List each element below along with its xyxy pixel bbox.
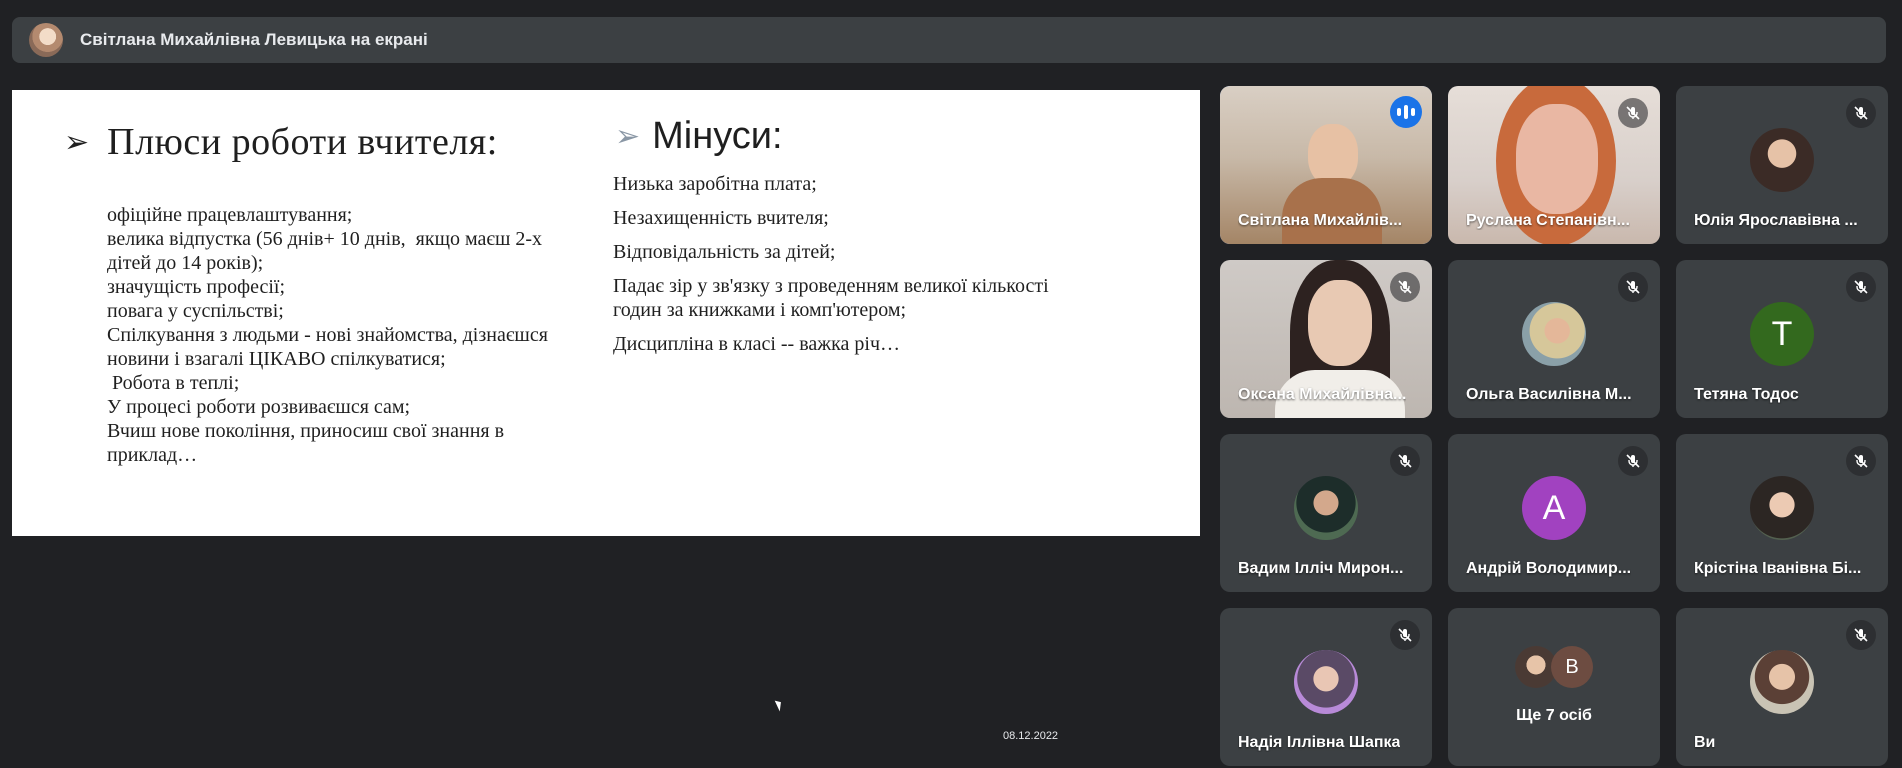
mouse-cursor-icon	[774, 698, 785, 712]
mic-off-icon	[1390, 620, 1420, 650]
mic-off-icon	[1390, 446, 1420, 476]
participant-tile[interactable]: Надія Іллівна Шапка	[1220, 608, 1432, 766]
participant-avatar	[1750, 128, 1814, 193]
mini-letter-avatar: B	[1551, 646, 1593, 688]
participant-tile[interactable]: Світлана Михайлів...	[1220, 86, 1432, 244]
mic-off-icon	[1846, 98, 1876, 128]
participant-name: Крістіна Іванівна Бі...	[1694, 560, 1862, 577]
presentation-slide: ➢ Плюси роботи вчителя: офіційне працевл…	[12, 90, 1200, 536]
participant-tile[interactable]: Вадим Ілліч Мирон...	[1220, 434, 1432, 592]
plus-item: значущість професії;	[107, 276, 286, 298]
participant-avatar	[1750, 476, 1814, 541]
participant-name: Тетяна Тодос	[1694, 386, 1799, 403]
arrow-bullet-icon: ➢	[615, 119, 641, 154]
plus-item: Вчиш нове покоління, приносиш свої знанн…	[107, 420, 510, 466]
plus-item: Спілкування з людьми - нові знайомства, …	[107, 324, 553, 370]
participant-name: Світлана Михайлів...	[1238, 212, 1403, 229]
plus-item: Робота в теплі;	[107, 372, 240, 394]
mic-off-icon	[1846, 620, 1876, 650]
minus-item: Низька заробітна плата;	[613, 173, 817, 195]
participant-face	[1308, 124, 1358, 186]
participant-avatar	[1750, 650, 1814, 715]
mic-off-icon	[1390, 272, 1420, 302]
plus-title: Плюси роботи вчителя:	[107, 121, 498, 163]
plus-item: велика відпустка (56 днів+ 10 днів, якщо…	[107, 228, 548, 274]
plus-heading: ➢ Плюси роботи вчителя:	[64, 120, 498, 164]
minus-item: Дисципліна в класі -- важка річ…	[613, 333, 901, 355]
mic-off-icon	[1846, 272, 1876, 302]
participant-name: Вадим Ілліч Мирон...	[1238, 560, 1404, 577]
plus-item: У процесі роботи розвиваєшся сам;	[107, 396, 411, 418]
minus-title: Мінуси:	[652, 115, 783, 157]
participant-avatar	[1522, 302, 1586, 367]
participant-name: Андрій Володимир...	[1466, 560, 1632, 577]
presenter-avatar	[29, 23, 63, 57]
plus-item: офіційне працевлаштування;	[107, 204, 353, 226]
participant-name: Надія Іллівна Шапка	[1238, 734, 1401, 751]
participant-tile[interactable]: Оксана Михайлівна...	[1220, 260, 1432, 418]
presentation-stage: ➢ Плюси роботи вчителя: офіційне працевл…	[12, 90, 1200, 760]
presenter-banner: Світлана Михайлівна Левицька на екрані	[12, 17, 1886, 63]
participant-tile[interactable]: Ви	[1676, 608, 1888, 766]
participant-avatar	[1294, 476, 1358, 541]
participant-name: Ви	[1694, 734, 1716, 751]
more-participants-label: Ще 7 осіб	[1516, 707, 1592, 724]
minus-item: Відповідальність за дітей;	[613, 241, 836, 263]
participant-avatar	[1294, 650, 1358, 715]
mic-off-icon	[1618, 272, 1648, 302]
more-participants: B Ще 7 осіб	[1448, 646, 1660, 725]
participant-name: Руслана Степанівн...	[1466, 212, 1630, 229]
participant-tile[interactable]: Руслана Степанівн...	[1448, 86, 1660, 244]
participant-face	[1308, 280, 1372, 366]
plus-list: офіційне працевлаштування; велика відпус…	[107, 203, 587, 467]
participant-letter-avatar: T	[1750, 302, 1814, 367]
mic-off-icon	[1618, 446, 1648, 476]
minus-list: Низька заробітна плата; Незахищенність в…	[613, 172, 1073, 366]
participant-name: Юлія Ярославівна ...	[1694, 212, 1858, 229]
participant-tile[interactable]: Юлія Ярославівна ...	[1676, 86, 1888, 244]
participant-letter-avatar: A	[1522, 476, 1586, 541]
participant-body	[1282, 178, 1382, 244]
participant-tile[interactable]: Крістіна Іванівна Бі...	[1676, 434, 1888, 592]
mic-off-icon	[1846, 446, 1876, 476]
participant-tile[interactable]: A Андрій Володимир...	[1448, 434, 1660, 592]
minus-heading: ➢ Мінуси:	[615, 115, 783, 158]
speaking-indicator-icon	[1390, 96, 1422, 128]
participant-face	[1516, 104, 1598, 214]
minus-item: Незахищенність вчителя;	[613, 207, 829, 229]
mic-off-icon	[1618, 98, 1648, 128]
arrow-bullet-icon: ➢	[64, 124, 90, 160]
minus-item: Падає зір у зв'язку з проведенням велико…	[613, 275, 1049, 321]
plus-item: повага у суспільстві;	[107, 300, 284, 322]
more-participants-tile[interactable]: B Ще 7 осіб	[1448, 608, 1660, 766]
more-avatars: B	[1515, 646, 1593, 688]
slide-date: 08.12.2022	[1003, 730, 1059, 742]
participant-tile[interactable]: T Тетяна Тодос	[1676, 260, 1888, 418]
participant-name: Оксана Михайлівна...	[1238, 386, 1407, 403]
presenter-banner-text: Світлана Михайлівна Левицька на екрані	[80, 30, 428, 49]
participant-name: Ольга Василівна М...	[1466, 386, 1632, 403]
participant-tile[interactable]: Ольга Василівна М...	[1448, 260, 1660, 418]
